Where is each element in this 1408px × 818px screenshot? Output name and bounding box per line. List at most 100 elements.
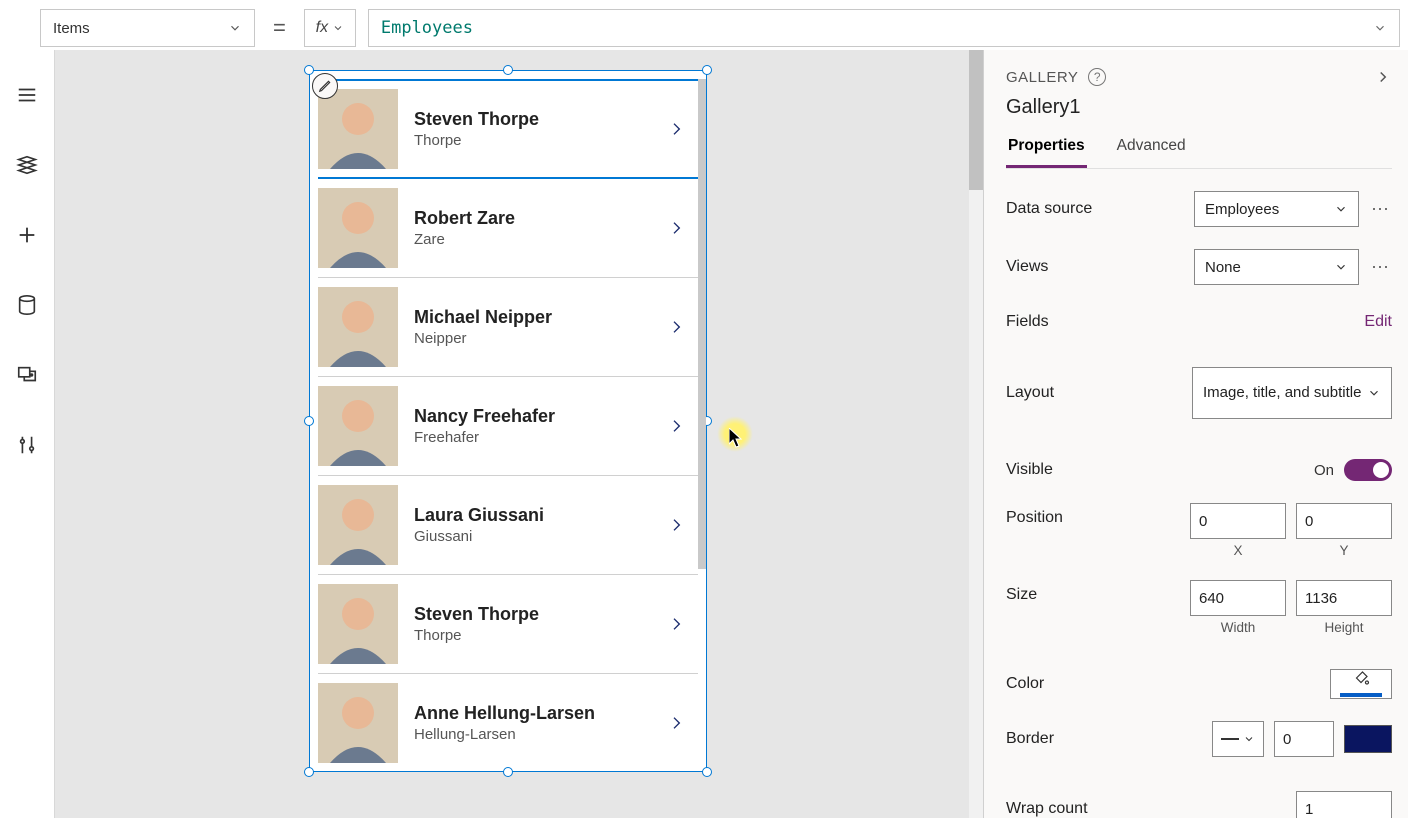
canvas-scrollbar[interactable] <box>969 50 983 818</box>
formula-input[interactable]: Employees <box>368 9 1400 47</box>
chevron-right-icon[interactable] <box>668 513 684 537</box>
avatar <box>318 386 398 466</box>
row-subtitle: Giussani <box>414 528 668 545</box>
chevron-right-icon[interactable] <box>668 216 684 240</box>
avatar <box>318 89 398 169</box>
more-icon[interactable]: ⋯ <box>1369 199 1392 220</box>
avatar <box>318 485 398 565</box>
chevron-down-icon[interactable] <box>1373 21 1387 35</box>
gallery-row[interactable]: Steven ThorpeThorpe <box>318 79 698 179</box>
resize-handle[interactable] <box>304 416 314 426</box>
formula-bar: Items = fx Employees <box>0 0 1408 50</box>
resize-handle[interactable] <box>304 65 314 75</box>
pencil-icon <box>318 79 332 93</box>
row-title: Robert Zare <box>414 208 668 229</box>
label-visible: Visible <box>1006 461 1053 479</box>
row-title: Anne Hellung-Larsen <box>414 703 668 724</box>
avatar <box>318 683 398 763</box>
tree-view-icon[interactable] <box>14 152 40 178</box>
property-selector[interactable]: Items <box>40 9 255 47</box>
canvas[interactable]: Steven ThorpeThorpe Robert Zare Zare Michae… <box>54 50 983 818</box>
row-subtitle: Hellung-Larsen <box>414 726 668 743</box>
resize-handle[interactable] <box>702 767 712 777</box>
layout-value: Image, title, and subtitle <box>1203 383 1361 403</box>
layout-dropdown[interactable]: Image, title, and subtitle <box>1192 367 1392 419</box>
caption-x: X <box>1190 543 1286 558</box>
resize-handle[interactable] <box>503 767 513 777</box>
avatar <box>318 188 398 268</box>
label-position: Position <box>1006 503 1063 527</box>
tools-icon[interactable] <box>14 432 40 458</box>
label-fields: Fields <box>1006 313 1049 331</box>
border-width-input[interactable]: 0 <box>1274 721 1334 757</box>
equals-sign: = <box>267 15 292 41</box>
gallery-row[interactable]: Laura GiussaniGiussani <box>318 476 698 575</box>
cursor-icon <box>729 428 745 448</box>
label-border: Border <box>1006 730 1054 748</box>
size-width-input[interactable]: 640 <box>1190 580 1286 616</box>
resize-handle[interactable] <box>304 767 314 777</box>
caption-y: Y <box>1296 543 1392 558</box>
chevron-right-icon[interactable] <box>668 414 684 438</box>
edit-fields-button[interactable]: Edit <box>1364 313 1392 331</box>
visible-toggle[interactable] <box>1344 459 1392 481</box>
chevron-right-icon[interactable] <box>1374 68 1392 86</box>
views-value: None <box>1205 259 1241 276</box>
row-subtitle: Neipper <box>414 330 668 347</box>
views-dropdown[interactable]: None <box>1194 249 1359 285</box>
row-title: Nancy Freehafer <box>414 406 668 427</box>
resize-handle[interactable] <box>503 65 513 75</box>
label-wrap-count: Wrap count <box>1006 800 1088 818</box>
gallery-control[interactable]: Steven ThorpeThorpe Robert Zare Zare Michae… <box>309 70 707 772</box>
more-icon[interactable]: ⋯ <box>1369 257 1392 278</box>
gallery-row[interactable]: Michael Neipper Neipper <box>318 278 698 377</box>
resize-handle[interactable] <box>702 65 712 75</box>
border-style-dropdown[interactable] <box>1212 721 1264 757</box>
row-subtitle: Thorpe <box>414 627 668 644</box>
tab-properties[interactable]: Properties <box>1006 137 1087 168</box>
chevron-right-icon[interactable] <box>668 711 684 735</box>
gallery-row[interactable]: Anne Hellung-Larsen Hellung-Larsen <box>318 674 698 763</box>
position-x-input[interactable]: 0 <box>1190 503 1286 539</box>
gallery-row[interactable]: Robert Zare Zare <box>318 179 698 278</box>
wrap-count-input[interactable]: 1 <box>1296 791 1392 818</box>
chevron-down-icon <box>332 22 344 34</box>
chevron-right-icon[interactable] <box>668 612 684 636</box>
edit-template-button[interactable] <box>312 73 338 99</box>
chevron-right-icon[interactable] <box>668 315 684 339</box>
size-height-input[interactable]: 1136 <box>1296 580 1392 616</box>
left-nav-rail <box>0 50 54 818</box>
help-icon[interactable]: ? <box>1088 68 1106 86</box>
color-picker[interactable] <box>1330 669 1392 699</box>
insert-icon[interactable] <box>14 222 40 248</box>
data-source-value: Employees <box>1205 201 1279 218</box>
border-color-swatch[interactable] <box>1344 725 1392 753</box>
panel-tabs: Properties Advanced <box>1006 137 1392 169</box>
fx-icon: fx <box>316 19 328 37</box>
label-color: Color <box>1006 675 1044 693</box>
row-title: Michael Neipper <box>414 307 668 328</box>
paint-bucket-icon <box>1352 669 1370 687</box>
chevron-down-icon <box>1367 386 1381 400</box>
gallery-row[interactable]: Nancy Freehafer Freehafer <box>318 377 698 476</box>
fx-button[interactable]: fx <box>304 9 356 47</box>
chevron-right-icon[interactable] <box>668 117 684 141</box>
row-subtitle: Zare <box>414 231 668 248</box>
label-size: Size <box>1006 580 1037 604</box>
main-area: Steven ThorpeThorpe Robert Zare Zare Michae… <box>0 50 1408 818</box>
chevron-down-icon <box>228 21 242 35</box>
data-icon[interactable] <box>14 292 40 318</box>
avatar <box>318 584 398 664</box>
chevron-down-icon <box>1243 733 1255 745</box>
data-source-dropdown[interactable]: Employees <box>1194 191 1359 227</box>
gallery-scrollbar[interactable] <box>698 79 706 569</box>
tab-advanced[interactable]: Advanced <box>1115 137 1188 168</box>
control-name: Gallery1 <box>1006 96 1392 119</box>
media-icon[interactable] <box>14 362 40 388</box>
avatar <box>318 287 398 367</box>
panel-type-label: GALLERY <box>1006 69 1078 86</box>
position-y-input[interactable]: 0 <box>1296 503 1392 539</box>
row-subtitle: Freehafer <box>414 429 668 446</box>
gallery-row[interactable]: Steven ThorpeThorpe <box>318 575 698 674</box>
hamburger-icon[interactable] <box>14 82 40 108</box>
